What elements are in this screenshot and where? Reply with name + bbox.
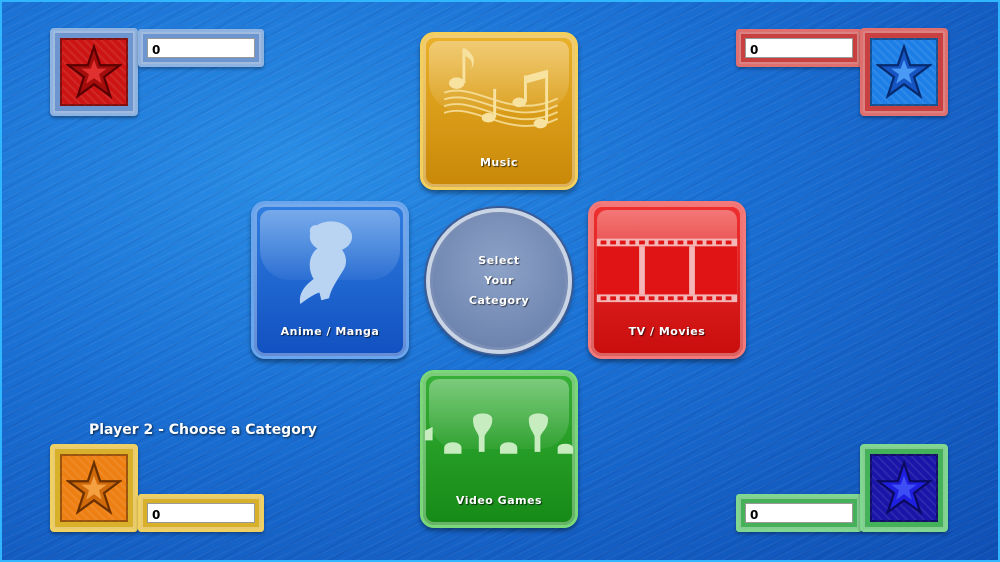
- star-icon: [876, 460, 932, 515]
- category-video-games-button[interactable]: Video Games: [420, 370, 578, 528]
- player-4-avatar: [860, 444, 948, 532]
- player-4-score-box: 0: [736, 494, 862, 532]
- star-icon: [66, 460, 122, 515]
- category-anime-manga-label: Anime / Manga: [280, 325, 380, 338]
- player-1-score: 0: [147, 38, 255, 58]
- category-music-button[interactable]: Music: [420, 32, 578, 190]
- category-anime-manga-button[interactable]: Anime / Manga: [251, 201, 409, 359]
- player-4-score: 0: [745, 503, 853, 523]
- hub-line-2: Your: [484, 274, 514, 287]
- player-3-score: 0: [745, 38, 853, 58]
- player-1-score-box: 0: [138, 29, 264, 67]
- category-music-label: Music: [479, 156, 519, 169]
- category-video-games-label: Video Games: [455, 494, 543, 507]
- hub-line-3: Category: [468, 294, 530, 307]
- turn-prompt: Player 2 - Choose a Category: [89, 422, 317, 438]
- star-icon: [876, 44, 932, 99]
- select-category-hub: Select Your Category: [426, 208, 572, 354]
- player-3-score-box: 0: [736, 29, 862, 67]
- category-tv-movies-label: TV / Movies: [628, 325, 706, 338]
- player-1-avatar: [50, 28, 138, 116]
- player-2-score-box: 0: [138, 494, 264, 532]
- player-2-score: 0: [147, 503, 255, 523]
- category-tv-movies-button[interactable]: TV / Movies: [588, 201, 746, 359]
- player-3-avatar: [860, 28, 948, 116]
- player-2-avatar: [50, 444, 138, 532]
- star-icon: [66, 44, 122, 99]
- hub-line-1: Select: [478, 254, 520, 267]
